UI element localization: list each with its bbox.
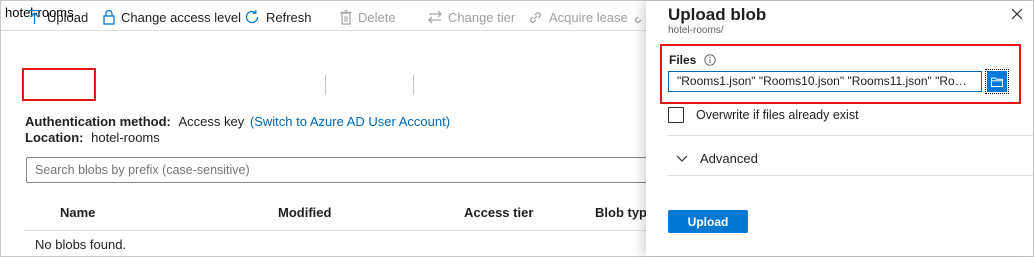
trash-icon bbox=[340, 9, 352, 25]
auth-method-value: Access key bbox=[178, 114, 245, 129]
column-header-name[interactable]: Name bbox=[60, 205, 95, 220]
link-icon bbox=[530, 11, 541, 23]
upload-highlight-box bbox=[22, 68, 96, 101]
advanced-label: Advanced bbox=[700, 151, 758, 166]
toolbar-separator bbox=[325, 75, 326, 95]
swap-arrows-icon bbox=[428, 10, 442, 24]
upload-icon bbox=[29, 9, 40, 24]
panel-subtitle: hotel-rooms/ bbox=[668, 25, 724, 36]
auth-method-row: Authentication method: Access key (Switc… bbox=[25, 114, 450, 129]
overwrite-row: Overwrite if files already exist bbox=[668, 107, 859, 123]
empty-state-message: No blobs found. bbox=[35, 237, 127, 252]
link-icon bbox=[635, 16, 642, 23]
divider bbox=[668, 175, 1033, 176]
refresh-label: Refresh bbox=[266, 9, 312, 25]
switch-auth-link[interactable]: (Switch to Azure AD User Account) bbox=[250, 114, 450, 129]
container-blade: hotel-rooms Upload Change access level R… bbox=[1, 1, 646, 256]
acquire-lease-button[interactable]: Acquire lease bbox=[528, 1, 628, 33]
files-label-row: Files bbox=[669, 53, 717, 67]
folder-icon bbox=[991, 77, 1003, 87]
lock-icon bbox=[103, 9, 115, 25]
close-icon[interactable] bbox=[1008, 5, 1026, 23]
change-tier-label: Change tier bbox=[448, 9, 516, 25]
location-row: Location: hotel-rooms bbox=[25, 130, 160, 145]
location-value: hotel-rooms bbox=[91, 130, 160, 145]
delete-label: Delete bbox=[358, 9, 396, 25]
toolbar-separator bbox=[413, 75, 414, 95]
files-label: Files bbox=[669, 53, 697, 67]
files-input[interactable]: "Rooms1.json" "Rooms10.json" "Rooms11.js… bbox=[668, 71, 982, 92]
change-access-level-button[interactable]: Change access level bbox=[103, 1, 241, 33]
column-header-modified[interactable]: Modified bbox=[278, 205, 331, 220]
location-label: Location: bbox=[25, 130, 84, 145]
refresh-button[interactable]: Refresh bbox=[244, 1, 312, 33]
auth-method-label: Authentication method: bbox=[25, 114, 171, 129]
upload-blob-panel: Upload blob hotel-rooms/ Files "Rooms1.j… bbox=[646, 1, 1033, 256]
overwrite-checkbox[interactable] bbox=[668, 107, 684, 123]
change-access-level-label: Change access level bbox=[121, 9, 241, 25]
panel-title: Upload blob bbox=[668, 5, 767, 24]
info-icon[interactable] bbox=[704, 54, 717, 66]
browse-files-button[interactable] bbox=[985, 69, 1009, 94]
divider bbox=[668, 135, 1033, 136]
chevron-down-icon bbox=[676, 155, 688, 162]
upload-submit-button[interactable]: Upload bbox=[668, 210, 748, 233]
table-header-divider bbox=[25, 230, 646, 231]
more-toolbar-icon[interactable] bbox=[633, 1, 646, 33]
upload-label: Upload bbox=[47, 9, 89, 25]
delete-button[interactable]: Delete bbox=[340, 1, 396, 33]
advanced-section-toggle[interactable]: Advanced bbox=[676, 151, 758, 166]
column-header-access-tier[interactable]: Access tier bbox=[464, 205, 533, 220]
change-tier-button[interactable]: Change tier bbox=[428, 1, 515, 33]
column-header-blob-type[interactable]: Blob type bbox=[595, 205, 646, 220]
overwrite-label: Overwrite if files already exist bbox=[696, 108, 859, 122]
search-input[interactable] bbox=[26, 157, 646, 183]
acquire-lease-label: Acquire lease bbox=[549, 9, 628, 25]
refresh-icon bbox=[245, 10, 259, 24]
upload-button[interactable]: Upload bbox=[28, 1, 88, 33]
